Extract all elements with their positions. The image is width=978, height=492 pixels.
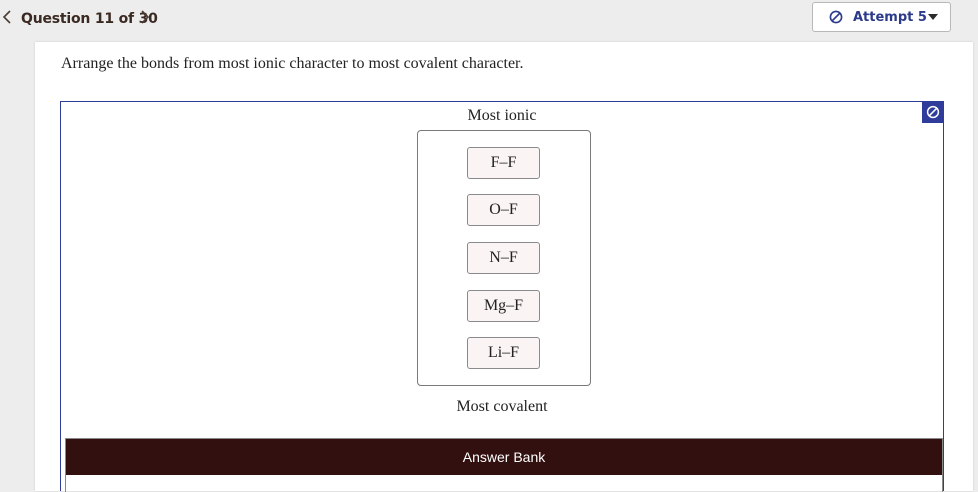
bond-tile-ff[interactable]: F–F (467, 147, 540, 179)
most-ionic-label-wrap: Most ionic (61, 107, 943, 125)
most-covalent-label: Most covalent (456, 398, 548, 415)
most-covalent-label-wrap: Most covalent (61, 398, 943, 416)
bond-tile-of[interactable]: O–F (467, 194, 540, 226)
question-card: Arrange the bonds from most ionic charac… (35, 42, 973, 492)
answer-bank[interactable]: Answer Bank (65, 438, 943, 492)
attempt-label: Attempt 5 (853, 10, 927, 25)
bond-tile-lif[interactable]: Li–F (467, 337, 540, 369)
answer-bank-header: Answer Bank (66, 439, 942, 475)
no-entry-icon (829, 10, 843, 24)
ranking-area: Most ionic F–F O–F N–F Mg–F Li–F Most co… (60, 101, 944, 492)
attempt-dropdown-button[interactable]: Attempt 5 (812, 2, 951, 32)
bond-tile-mgf[interactable]: Mg–F (467, 290, 540, 322)
most-ionic-label: Most ionic (467, 107, 537, 124)
bond-tile-nf[interactable]: N–F (467, 242, 540, 274)
chevron-left-icon[interactable] (2, 9, 16, 29)
answer-bank-title: Answer Bank (462, 449, 546, 465)
question-counter: Question 11 of 30 (21, 11, 158, 27)
ranking-box[interactable]: F–F O–F N–F Mg–F Li–F (417, 130, 591, 386)
chevron-right-icon[interactable] (140, 9, 154, 29)
caret-down-icon (928, 14, 938, 20)
question-prompt: Arrange the bonds from most ionic charac… (61, 55, 524, 72)
top-bar: Question 11 of 30 Attempt 5 (0, 0, 978, 40)
